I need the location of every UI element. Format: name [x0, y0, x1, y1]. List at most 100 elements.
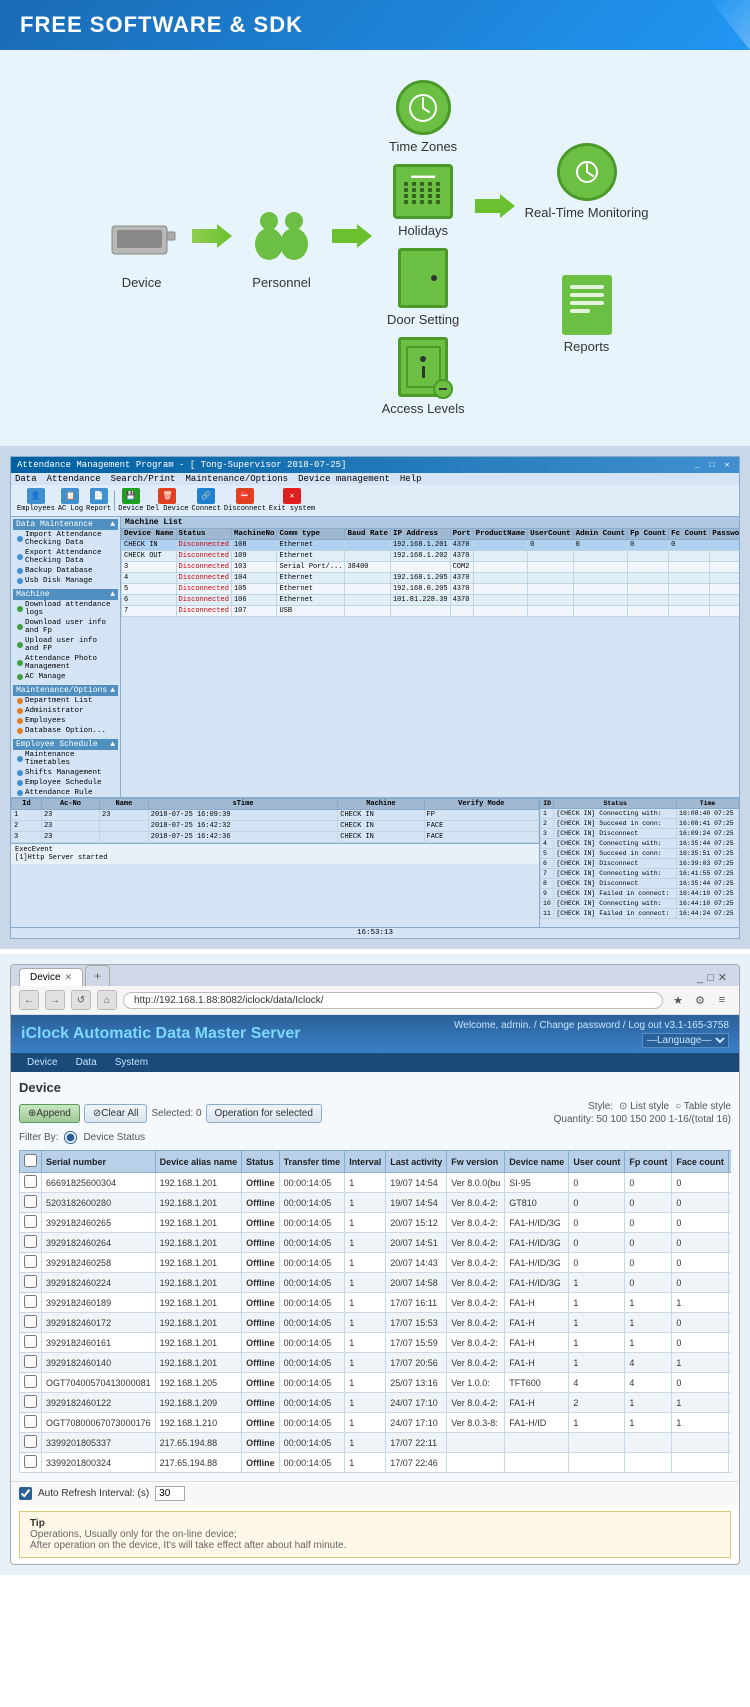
table-row[interactable]: 3929182460172192.168.1.201Offline00:00:1… [20, 1313, 732, 1333]
row-checkbox[interactable] [24, 1295, 37, 1308]
menu-device[interactable]: Device management [298, 474, 390, 484]
table-row[interactable]: 4Disconnected104Ethernet192.168.1.205437… [122, 573, 740, 584]
table-row[interactable]: 7Disconnected107USB3204 [122, 606, 740, 617]
table-row[interactable]: 3399201800324217.65.194.88Offline00:00:1… [20, 1453, 732, 1473]
table-row[interactable]: OGT70400570413000081192.168.1.205Offline… [20, 1373, 732, 1393]
browser-maximize[interactable]: □ [707, 972, 714, 984]
row-checkbox[interactable] [24, 1275, 37, 1288]
refresh-interval-input[interactable] [155, 1486, 185, 1501]
toolbar-disconnect[interactable]: ⛔ Disconnect [224, 488, 266, 513]
browser-close[interactable]: ✕ [718, 971, 727, 984]
auto-refresh-checkbox[interactable] [19, 1487, 32, 1500]
row-checkbox[interactable] [24, 1455, 37, 1468]
row-checkbox[interactable] [24, 1375, 37, 1388]
row-checkbox[interactable] [24, 1415, 37, 1428]
toolbar-del-device[interactable]: 🗑 Del Device [146, 488, 188, 513]
menu-maintenance[interactable]: Maintenance/Options [185, 474, 288, 484]
table-row[interactable]: 3232018-07-25 16:42:36CHECK INFACE [12, 832, 539, 843]
clear-btn[interactable]: ⊘Clear All [84, 1104, 148, 1123]
row-checkbox[interactable] [24, 1195, 37, 1208]
row-checkbox[interactable] [24, 1435, 37, 1448]
table-row[interactable]: CHECK INDisconnected108Ethernet192.168.1… [122, 540, 740, 551]
sidebar-db[interactable]: Database Option... [13, 726, 118, 736]
table-style-btn[interactable]: ○ Table style [675, 1101, 731, 1112]
language-select[interactable]: —Language— [642, 1033, 729, 1048]
sidebar-download-logs[interactable]: Download attendance logs [13, 600, 118, 618]
table-row[interactable]: OGT70800067073000176192.168.1.210Offline… [20, 1413, 732, 1433]
table-row[interactable]: 3929182460189192.168.1.201Offline00:00:1… [20, 1293, 732, 1313]
operation-btn[interactable]: Operation for selected [206, 1104, 322, 1123]
table-row[interactable]: 5Disconnected105Ethernet192.168.0.205437… [122, 584, 740, 595]
sidebar-emp-schedule[interactable]: Employee Schedule [13, 778, 118, 788]
sidebar-header-schedule[interactable]: Employee Schedule▲ [13, 739, 118, 750]
table-row[interactable]: 3Disconnected103Serial Port/...38400COM2 [122, 562, 740, 573]
browser-minimize[interactable]: _ [697, 972, 703, 984]
back-btn[interactable]: ← [19, 990, 39, 1010]
row-checkbox[interactable] [24, 1395, 37, 1408]
sidebar-header-machine[interactable]: Machine▲ [13, 589, 118, 600]
toolbar-connect[interactable]: 🔗 Connect [191, 488, 220, 513]
sidebar-download-user[interactable]: Download user info and Fp [13, 618, 118, 636]
table-row[interactable]: 3929182460265192.168.1.201Offline00:00:1… [20, 1213, 732, 1233]
toolbar-report[interactable]: 📄 Report [86, 488, 111, 513]
toolbar-employees[interactable]: 👤 Employees [17, 488, 55, 513]
browser-url[interactable]: http://192.168.1.88:8082/iclock/data/Icl… [123, 992, 663, 1009]
table-row[interactable]: 3929182460258192.168.1.201Offline00:00:1… [20, 1253, 732, 1273]
toolbar-device[interactable]: 💾 Device [118, 488, 143, 513]
row-checkbox[interactable] [24, 1315, 37, 1328]
settings-icon[interactable]: ⚙ [691, 991, 709, 1009]
menu-search[interactable]: Search/Print [111, 474, 176, 484]
sidebar-admin[interactable]: Administrator [13, 706, 118, 716]
table-row[interactable]: 3929182460161192.168.1.201Offline00:00:1… [20, 1333, 732, 1353]
nav-data[interactable]: Data [68, 1055, 105, 1070]
table-row[interactable]: CHECK OUTDisconnected109Ethernet192.168.… [122, 551, 740, 562]
menu-icon[interactable]: ≡ [713, 991, 731, 1009]
table-row[interactable]: 3929182460264192.168.1.201Offline00:00:1… [20, 1233, 732, 1253]
nav-device[interactable]: Device [19, 1055, 66, 1070]
menu-help[interactable]: Help [400, 474, 422, 484]
sidebar-photo[interactable]: Attendance Photo Management [13, 654, 118, 672]
sidebar-header-data[interactable]: Data Maintenance▲ [13, 519, 118, 530]
machine-table-container[interactable]: Device Name Status MachineNo Comm type B… [121, 528, 739, 797]
table-row[interactable]: 3929182460122192.168.1.209Offline00:00:1… [20, 1393, 732, 1413]
menu-data[interactable]: Data [15, 474, 37, 484]
device-table-container[interactable]: Serial number Device alias name Status T… [19, 1150, 731, 1473]
row-checkbox[interactable] [24, 1355, 37, 1368]
toolbar-exit[interactable]: ✕ Exit system [269, 488, 315, 513]
sidebar-att-rule[interactable]: Attendance Rule [13, 788, 118, 797]
sidebar-dept[interactable]: Department List [13, 696, 118, 706]
minimize-btn[interactable]: _ [691, 459, 703, 471]
table-row[interactable]: 5203182600280192.168.1.201Offline00:00:1… [20, 1193, 732, 1213]
table-row[interactable]: 2232018-07-25 16:42:32CHECK INFACE [12, 821, 539, 832]
table-row[interactable]: 123232018-07-25 16:09:39CHECK INFP [12, 810, 539, 821]
forward-btn[interactable]: → [45, 990, 65, 1010]
table-row[interactable]: 3399201805337217.65.194.88Offline00:00:1… [20, 1433, 732, 1453]
menu-attendance[interactable]: Attendance [47, 474, 101, 484]
tab-close-btn[interactable]: ✕ [65, 972, 73, 983]
toolbar-aclog[interactable]: 📋 AC Log [58, 488, 83, 513]
filter-radio[interactable] [64, 1131, 77, 1144]
row-checkbox[interactable] [24, 1335, 37, 1348]
list-style-btn[interactable]: ⊙ List style [619, 1101, 669, 1112]
sidebar-header-maint[interactable]: Maintenance/Options▲ [13, 685, 118, 696]
sidebar-backup[interactable]: Backup Database [13, 566, 118, 576]
sidebar-upload-user[interactable]: Upload user info and FP [13, 636, 118, 654]
table-row[interactable]: 66691825600304192.168.1.201Offline00:00:… [20, 1173, 732, 1193]
sidebar-ac[interactable]: AC Manage [13, 672, 118, 682]
sidebar-employees[interactable]: Employees [13, 716, 118, 726]
row-checkbox[interactable] [24, 1235, 37, 1248]
refresh-btn[interactable]: ↺ [71, 990, 91, 1010]
sidebar-usb[interactable]: Usb Disk Manage [13, 576, 118, 586]
table-row[interactable]: 6Disconnected106Ethernet101.81.228.39437… [122, 595, 740, 606]
sidebar-shifts[interactable]: Shifts Management [13, 768, 118, 778]
row-checkbox[interactable] [24, 1255, 37, 1268]
browser-tab-device[interactable]: Device ✕ [19, 968, 83, 986]
new-tab-btn[interactable]: + [85, 965, 110, 986]
sidebar-export[interactable]: Export Attendance Checking Data [13, 548, 118, 566]
close-btn[interactable]: ✕ [721, 459, 733, 471]
row-checkbox[interactable] [24, 1175, 37, 1188]
sidebar-import[interactable]: Import Attendance Checking Data [13, 530, 118, 548]
restore-btn[interactable]: □ [706, 459, 718, 471]
bookmark-icon[interactable]: ★ [669, 991, 687, 1009]
select-all-checkbox[interactable] [24, 1154, 37, 1167]
